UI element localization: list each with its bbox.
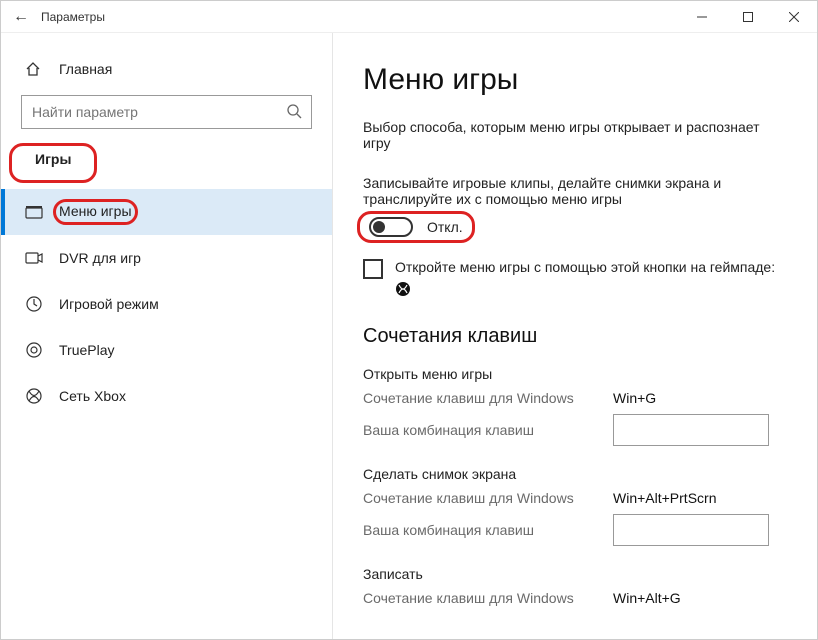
- shortcut-title: Открыть меню игры: [363, 366, 785, 382]
- shortcut-user-label: Ваша комбинация клавиш: [363, 422, 613, 438]
- sidebar-section-games: Игры: [15, 147, 91, 179]
- maximize-icon: [743, 12, 753, 22]
- shortcut-user-input-open[interactable]: [613, 414, 769, 446]
- xbox-icon: [25, 387, 43, 405]
- shortcut-group-screenshot: Сделать снимок экрана Сочетание клавиш д…: [363, 466, 785, 546]
- shortcuts-heading: Сочетания клавиш: [363, 325, 785, 348]
- nav-item-label: Меню игры: [59, 203, 132, 221]
- settings-window: ← Параметры Главная: [0, 0, 818, 640]
- nav-list: Меню игры DVR для игр Игровой режим: [1, 189, 332, 419]
- window-title: Параметры: [41, 10, 105, 24]
- gamepad-checkbox-label: Откройте меню игры с помощью этой кнопки…: [395, 259, 785, 297]
- trueplay-icon: [25, 341, 43, 359]
- nav-home-label: Главная: [59, 61, 112, 77]
- search-box: [21, 95, 312, 129]
- shortcut-title: Сделать снимок экрана: [363, 466, 785, 482]
- gamemode-icon: [25, 295, 43, 313]
- shortcut-windows-value: Win+Alt+PrtScrn: [613, 490, 769, 506]
- gamepad-checkbox[interactable]: [363, 259, 383, 279]
- nav-home[interactable]: Главная: [1, 61, 332, 95]
- shortcut-windows-label: Сочетание клавиш для Windows: [363, 590, 613, 606]
- nav-item-xbox-network[interactable]: Сеть Xbox: [1, 373, 332, 419]
- nav-item-game-mode[interactable]: Игровой режим: [1, 281, 332, 327]
- page-title: Меню игры: [363, 63, 785, 97]
- shortcut-windows-label: Сочетание клавиш для Windows: [363, 490, 613, 506]
- close-button[interactable]: [771, 1, 817, 33]
- main-content: Меню игры Выбор способа, которым меню иг…: [333, 33, 817, 639]
- dvr-icon: [25, 251, 43, 265]
- minimize-button[interactable]: [679, 1, 725, 33]
- home-icon: [25, 61, 43, 77]
- section-title-wrap: Игры: [1, 147, 332, 189]
- shortcut-group-open: Открыть меню игры Сочетание клавиш для W…: [363, 366, 785, 446]
- shortcut-user-label: Ваша комбинация клавиш: [363, 522, 613, 538]
- maximize-button[interactable]: [725, 1, 771, 33]
- shortcut-title: Записать: [363, 566, 785, 582]
- shortcut-group-record: Записать Сочетание клавиш для Windows Wi…: [363, 566, 785, 606]
- search-input[interactable]: [21, 95, 312, 129]
- record-toggle-highlight: Откл.: [363, 215, 469, 239]
- nav-item-label: TruePlay: [59, 342, 115, 358]
- nav-item-game-dvr[interactable]: DVR для игр: [1, 235, 332, 281]
- close-icon: [789, 12, 799, 22]
- back-button[interactable]: ←: [1, 8, 41, 26]
- nav-item-game-bar[interactable]: Меню игры: [1, 189, 332, 235]
- record-toggle-state: Откл.: [427, 219, 463, 235]
- shortcut-windows-value: Win+G: [613, 390, 769, 406]
- xbox-button-icon: [395, 281, 411, 297]
- nav-item-label: Сеть Xbox: [59, 388, 126, 404]
- shortcut-user-input-screenshot[interactable]: [613, 514, 769, 546]
- nav-item-trueplay[interactable]: TruePlay: [1, 327, 332, 373]
- gamebar-icon: [25, 205, 43, 219]
- titlebar: ← Параметры: [1, 1, 817, 33]
- shortcut-windows-value: Win+Alt+G: [613, 590, 769, 606]
- nav-item-label: DVR для игр: [59, 250, 141, 266]
- toggle-description: Записывайте игровые клипы, делайте снимк…: [363, 175, 783, 207]
- page-description: Выбор способа, которым меню игры открыва…: [363, 119, 783, 151]
- record-toggle[interactable]: [369, 217, 413, 237]
- nav-item-label: Игровой режим: [59, 296, 159, 312]
- sidebar: Главная Игры Меню игры: [1, 33, 333, 639]
- minimize-icon: [697, 12, 707, 22]
- shortcut-windows-label: Сочетание клавиш для Windows: [363, 390, 613, 406]
